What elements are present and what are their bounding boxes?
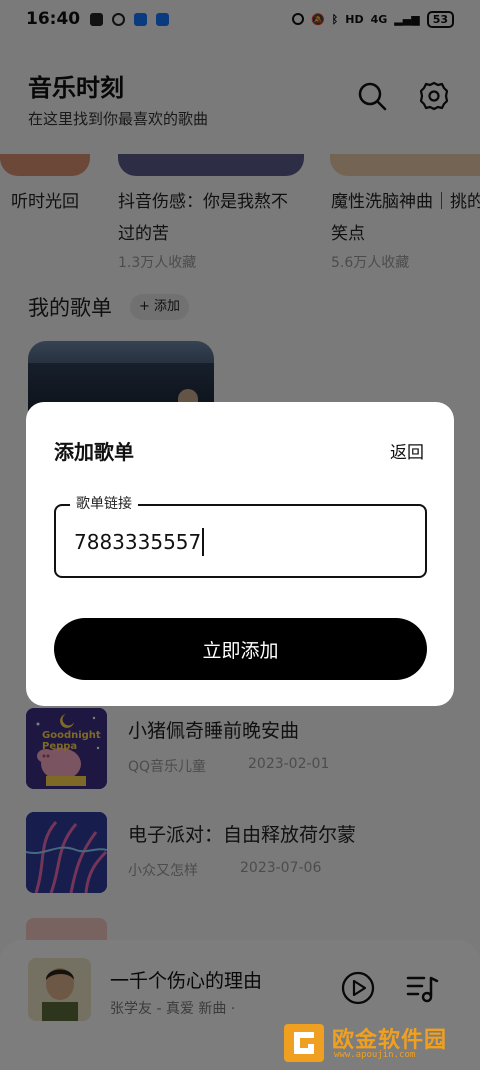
watermark-logo-icon (284, 1024, 324, 1062)
text-caret (202, 528, 204, 556)
dialog-title: 添加歌单 (54, 440, 134, 464)
back-button[interactable]: 返回 (390, 438, 424, 463)
field-label: 歌单链接 (70, 493, 138, 513)
add-now-button[interactable]: 立即添加 (54, 618, 427, 680)
playlist-link-field[interactable]: 歌单链接 (54, 493, 427, 578)
playlist-link-input[interactable] (74, 526, 404, 558)
add-playlist-dialog: 添加歌单 返回 歌单链接 立即添加 (26, 402, 454, 706)
watermark: 欧金软件园 www.apoujin.com (282, 1022, 472, 1064)
watermark-url: www.apoujin.com (334, 1050, 416, 1060)
